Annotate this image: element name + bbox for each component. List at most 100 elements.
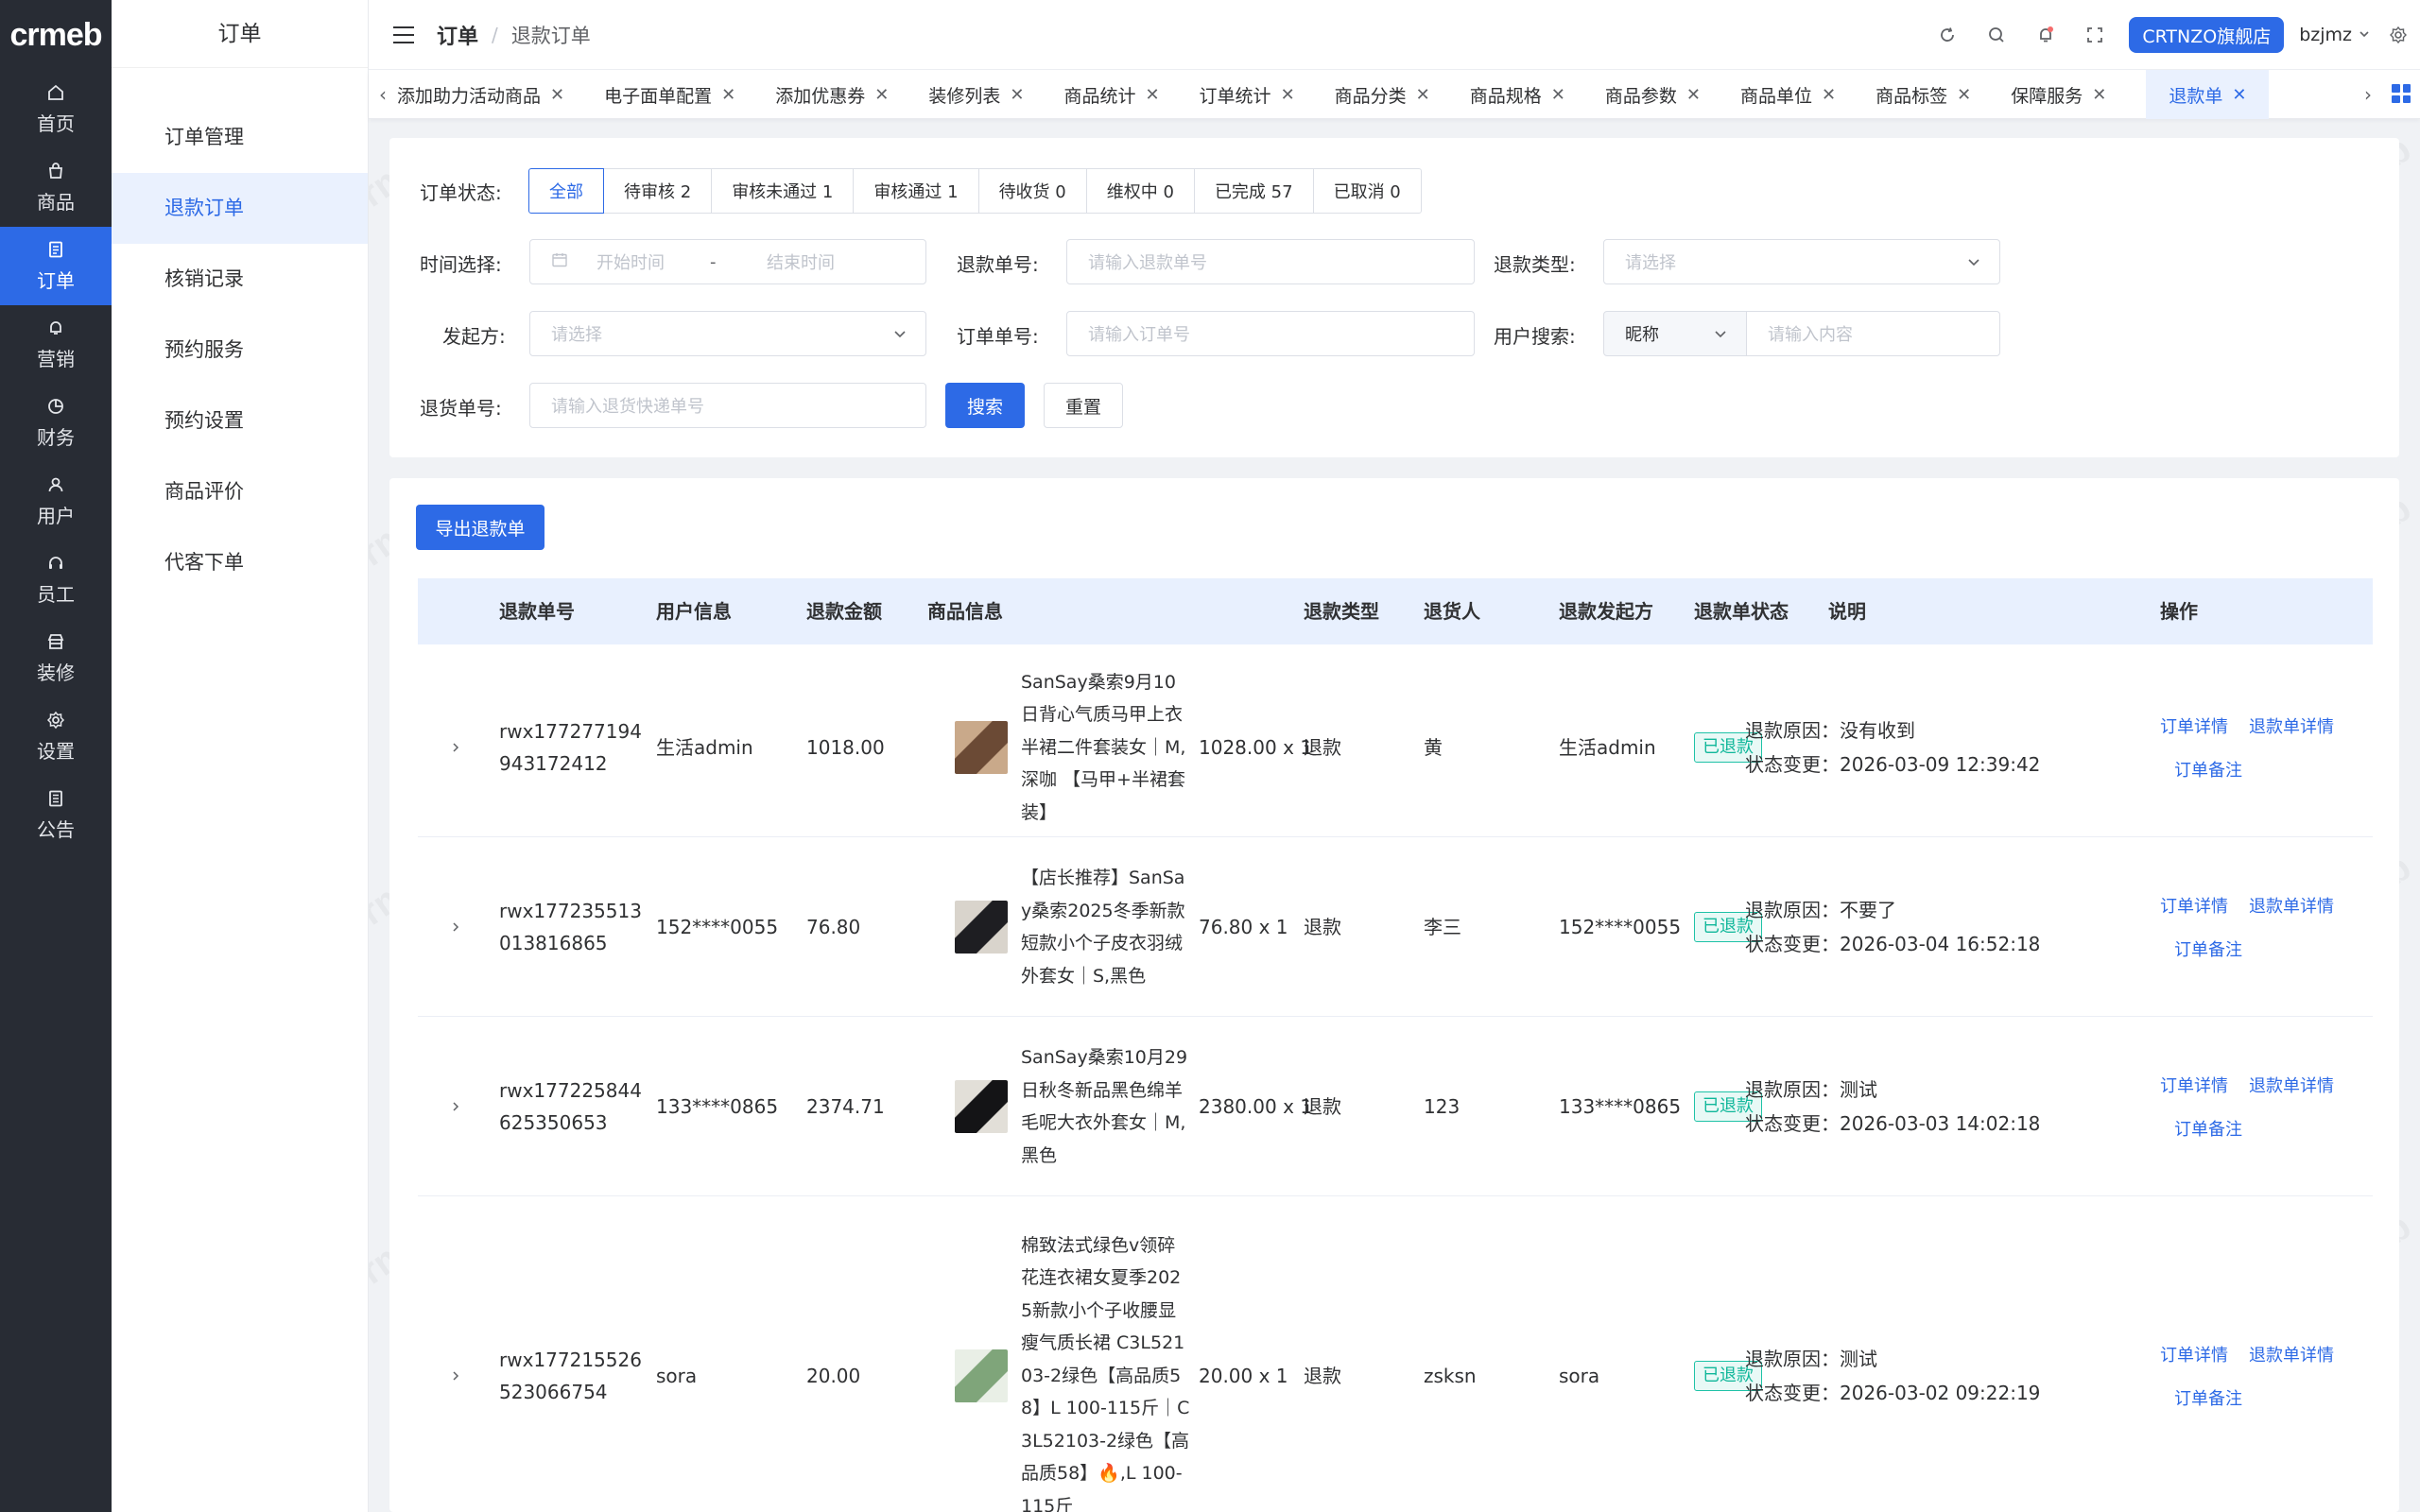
tab-0[interactable]: 添加助力活动商品 ✕ (397, 70, 583, 119)
tab-12[interactable]: 退款单 ✕ (2146, 70, 2270, 119)
close-icon[interactable]: ✕ (1551, 85, 1565, 105)
refresh-icon[interactable] (1937, 25, 1958, 45)
tab-11[interactable]: 保障服务 ✕ (2011, 70, 2125, 119)
tags-scroll-left-icon[interactable]: ‹ (369, 70, 397, 119)
status-tab-1[interactable]: 待审核 2 (603, 168, 713, 214)
status-tab-3[interactable]: 审核通过 1 (853, 168, 979, 214)
product-name: 棉致法式绿色v领碎花连衣裙女夏季2025新款小个子收腰显瘦气质长裙 C3L521… (1021, 1234, 1190, 1512)
settings-gear-icon[interactable] (2388, 25, 2409, 45)
rail-item-products[interactable]: 商品 (0, 148, 112, 227)
submenu-item-order-management[interactable]: 订单管理 (112, 102, 368, 173)
filter-panel: 订单状态: 全部 待审核 2 审核未通过 1 审核通过 1 待收货 0 维权中 0 已完成 … (389, 138, 2399, 457)
refund-no-input[interactable]: 请输入退款单号 (1066, 239, 1475, 284)
order-no-input[interactable]: 请输入订单号 (1066, 311, 1475, 356)
expand-row-icon[interactable] (446, 738, 465, 757)
refund-detail-link[interactable]: 退款单详情 (2249, 1342, 2334, 1366)
tab-9[interactable]: 商品单位 ✕ (1740, 70, 1855, 119)
tab-10[interactable]: 商品标签 ✕ (1876, 70, 1990, 119)
rail-item-notice[interactable]: 公告 (0, 776, 112, 854)
close-icon[interactable]: ✕ (1686, 85, 1701, 105)
close-icon[interactable]: ✕ (721, 85, 735, 105)
tab-4[interactable]: 商品统计 ✕ (1063, 70, 1178, 119)
rail-item-home[interactable]: 首页 (0, 70, 112, 148)
order-detail-link[interactable]: 订单详情 (2160, 1342, 2228, 1366)
submenu-item-booking-service[interactable]: 预约服务 (112, 315, 368, 386)
tab-7[interactable]: 商品规格 ✕ (1470, 70, 1584, 119)
close-icon[interactable]: ✕ (874, 85, 889, 105)
rail-item-marketing[interactable]: 营销 (0, 305, 112, 384)
date-range-picker[interactable]: 开始时间 - 结束时间 (529, 239, 926, 284)
menu-toggle-icon[interactable] (393, 26, 414, 43)
status-tab-7[interactable]: 已取消 0 (1312, 168, 1422, 214)
tab-2[interactable]: 添加优惠券 ✕ (775, 70, 908, 119)
reset-button[interactable]: 重置 (1044, 383, 1123, 428)
submenu-item-refund-orders[interactable]: 退款订单 (112, 173, 368, 244)
refund-detail-link[interactable]: 退款单详情 (2249, 1073, 2334, 1097)
order-remark-link[interactable]: 订单备注 (2174, 936, 2242, 961)
rail-item-orders[interactable]: 订单 (0, 227, 112, 305)
close-icon[interactable]: ✕ (2092, 85, 2106, 105)
initiator-select[interactable]: 请选择 (529, 311, 926, 356)
tags-scroll-right-icon[interactable]: › (2354, 70, 2382, 119)
tab-5[interactable]: 订单统计 ✕ (1200, 70, 1314, 119)
tab-8[interactable]: 商品参数 ✕ (1605, 70, 1720, 119)
order-detail-link[interactable]: 订单详情 (2160, 893, 2228, 918)
submenu-item-proxy-order[interactable]: 代客下单 (112, 527, 368, 598)
tab-1[interactable]: 电子面单配置 ✕ (604, 70, 754, 119)
order-detail-link[interactable]: 订单详情 (2160, 713, 2228, 738)
grid-menu-icon[interactable] (2392, 84, 2411, 103)
user-menu[interactable]: bzjmz (2299, 25, 2371, 45)
notification-bell-icon[interactable] (2035, 25, 2056, 45)
refund-no-part2: 523066754 (499, 1381, 608, 1403)
shop-switch-button[interactable]: CRTNZO旗舰店 (2129, 17, 2285, 53)
rail-item-staff[interactable]: 员工 (0, 541, 112, 619)
search-button[interactable]: 搜索 (945, 383, 1025, 428)
status-tab-4[interactable]: 待收货 0 (977, 168, 1087, 214)
order-remark-link[interactable]: 订单备注 (2174, 757, 2242, 782)
fullscreen-icon[interactable] (2084, 25, 2105, 45)
order-remark-link[interactable]: 订单备注 (2174, 1385, 2242, 1410)
refund-type-select[interactable]: 请选择 (1603, 239, 2000, 284)
submenu-item-product-reviews[interactable]: 商品评价 (112, 456, 368, 527)
product-thumbnail (955, 1080, 1008, 1133)
close-icon[interactable]: ✕ (1822, 85, 1836, 105)
tab-6[interactable]: 商品分类 ✕ (1335, 70, 1449, 119)
close-icon[interactable]: ✕ (550, 85, 564, 105)
tab-3[interactable]: 装修列表 ✕ (928, 70, 1043, 119)
status-tab-2[interactable]: 审核未通过 1 (711, 168, 855, 214)
submenu-item-booking-settings[interactable]: 预约设置 (112, 386, 368, 456)
refund-detail-link[interactable]: 退款单详情 (2249, 893, 2334, 918)
expand-row-icon[interactable] (446, 1097, 465, 1116)
return-no-input[interactable]: 请输入退货快递单号 (529, 383, 926, 428)
status-tab-0[interactable]: 全部 (528, 168, 604, 214)
expand-row-icon[interactable] (446, 1366, 465, 1385)
initiator-cell: 152****0055 (1559, 916, 1682, 938)
status-tab-5[interactable]: 维权中 0 (1085, 168, 1195, 214)
rail-item-finance[interactable]: 财务 (0, 384, 112, 462)
close-icon[interactable]: ✕ (1281, 85, 1295, 105)
export-refund-button[interactable]: 导出退款单 (416, 505, 544, 550)
rail-item-settings[interactable]: 设置 (0, 697, 112, 776)
search-icon[interactable] (1986, 25, 2007, 45)
expand-row-icon[interactable] (446, 918, 465, 936)
close-icon[interactable]: ✕ (1957, 85, 1971, 105)
user-search-input[interactable]: 请输入内容 (1746, 311, 2000, 356)
close-icon[interactable]: ✕ (1145, 85, 1159, 105)
product-name: 【店长推荐】SanSay桑索2025冬季新款短款小个子皮衣羽绒外套女｜S,黑色 (1021, 868, 1185, 987)
refund-detail-link[interactable]: 退款单详情 (2249, 713, 2334, 738)
rail-item-users[interactable]: 用户 (0, 462, 112, 541)
order-remark-link[interactable]: 订单备注 (2174, 1116, 2242, 1141)
breadcrumb-root[interactable]: 订单 (437, 20, 478, 50)
rail-label: 员工 (37, 583, 75, 606)
close-icon[interactable]: ✕ (1010, 85, 1024, 105)
close-icon[interactable]: ✕ (1416, 85, 1430, 105)
status-tab-6[interactable]: 已完成 57 (1193, 168, 1314, 214)
refund-type-placeholder: 请选择 (1625, 253, 1676, 273)
close-icon[interactable]: ✕ (2232, 85, 2246, 105)
order-detail-link[interactable]: 订单详情 (2160, 1073, 2228, 1097)
rail-item-decoration[interactable]: 装修 (0, 619, 112, 697)
status-change-time: 状态变更：2026-03-03 14:02:18 (1745, 1112, 2041, 1135)
user-search-field-select[interactable]: 昵称 (1603, 311, 1747, 356)
submenu-item-verification-records[interactable]: 核销记录 (112, 244, 368, 315)
table-row: rwx177215526 523066754 sora 20.00 棉致法式绿色… (418, 1196, 2373, 1512)
